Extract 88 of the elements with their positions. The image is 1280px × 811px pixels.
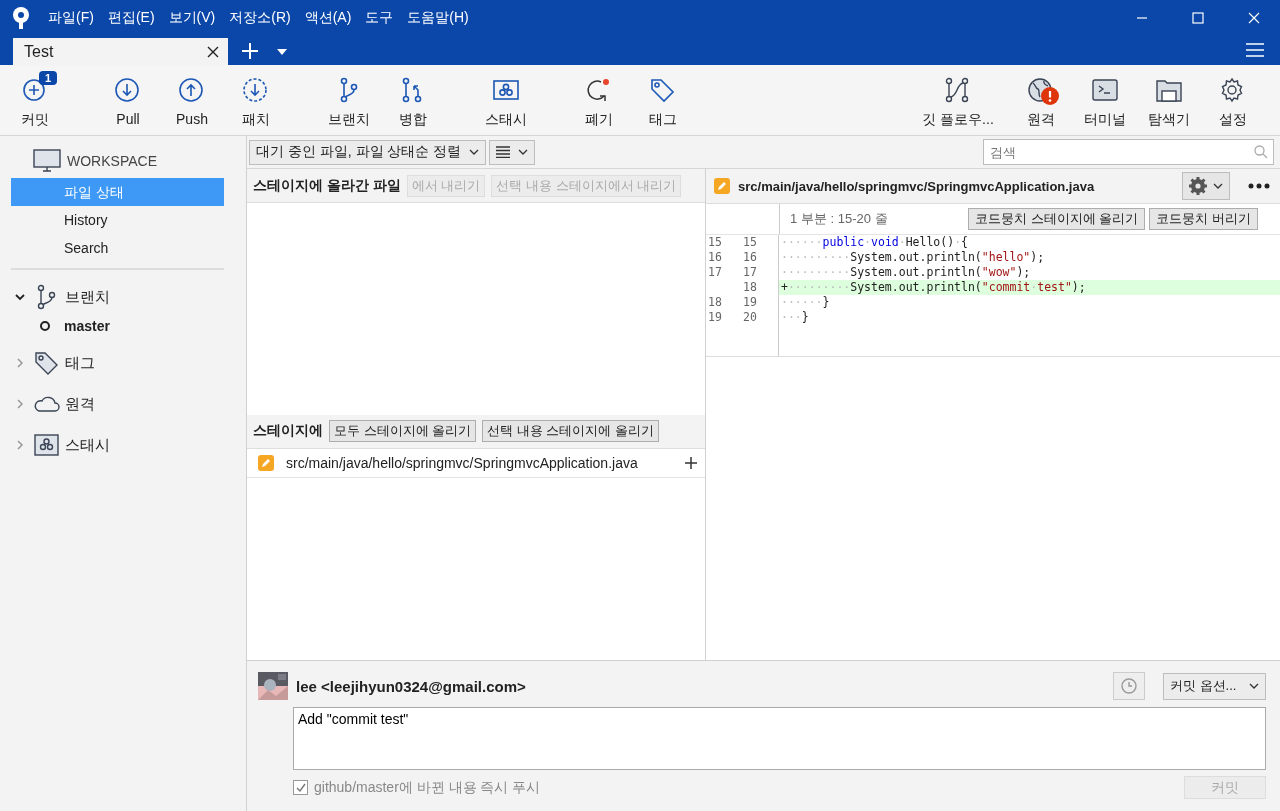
chevron-down-icon bbox=[518, 149, 529, 155]
stash-icon bbox=[492, 77, 520, 103]
chevron-down-icon bbox=[1213, 183, 1223, 189]
toolbar-button[interactable]: 터미널 bbox=[1073, 65, 1137, 135]
line-number: 16 bbox=[708, 250, 723, 265]
list-icon bbox=[496, 146, 511, 158]
action-button[interactable]: 선택 내용 스테이지에 올리기 bbox=[482, 420, 660, 442]
search-field[interactable]: 검색 bbox=[983, 139, 1274, 165]
check-icon bbox=[294, 781, 307, 794]
hunk-button[interactable]: 코드뭉치 버리기 bbox=[1149, 208, 1258, 230]
toolbar-button[interactable]: 스태시 bbox=[474, 65, 538, 135]
code-line: ··········System.out.println("hello"); bbox=[780, 250, 1046, 265]
menu-item[interactable]: 도움말(H) bbox=[407, 9, 469, 27]
line-number: 15 bbox=[743, 235, 758, 250]
toolbar-button[interactable]: 1 커밋 bbox=[3, 65, 67, 135]
tree-item[interactable]: 원격 bbox=[11, 389, 224, 419]
terminal-icon bbox=[1091, 77, 1119, 103]
menu-item[interactable]: 도구 bbox=[365, 9, 394, 27]
menu-item[interactable]: 보기(V) bbox=[168, 9, 216, 27]
toolbar-button[interactable]: 브랜치 bbox=[317, 65, 381, 135]
line-number: 18 bbox=[743, 280, 758, 295]
fetch-icon bbox=[242, 77, 270, 103]
toolbar-button[interactable]: 폐기 bbox=[567, 65, 631, 135]
tag-icon bbox=[649, 77, 677, 103]
line-number: 19 bbox=[743, 295, 758, 310]
chevron-down-icon bbox=[1249, 683, 1259, 689]
tree-item[interactable]: 태그 bbox=[11, 348, 224, 378]
hunk-button[interactable]: 코드뭉치 스테이지에 올리기 bbox=[968, 208, 1146, 230]
tree-item[interactable]: 스태시 bbox=[11, 430, 224, 460]
branch-item[interactable]: master bbox=[39, 315, 224, 337]
menu-item[interactable]: 저장소(R) bbox=[229, 9, 291, 27]
toolbar-button[interactable]: Pull bbox=[96, 65, 160, 135]
folder-icon bbox=[1155, 77, 1183, 103]
app-logo bbox=[10, 6, 32, 30]
count-badge: 1 bbox=[39, 71, 58, 85]
tree-item[interactable]: 브랜치 bbox=[11, 282, 224, 312]
menu-icon[interactable] bbox=[1246, 43, 1264, 57]
code-line: ···} bbox=[780, 310, 810, 325]
code-line: ··········System.out.println("wow"); bbox=[780, 265, 1032, 280]
settings-icon bbox=[1189, 177, 1207, 195]
section-title: 스테이지에 bbox=[253, 422, 323, 440]
close-icon[interactable] bbox=[206, 44, 220, 59]
more-icon[interactable] bbox=[1248, 183, 1270, 189]
line-number: 16 bbox=[743, 250, 758, 265]
section-title: WORKSPACE bbox=[67, 153, 157, 169]
sort-dropdown[interactable]: 대기 중인 파일, 파일 상태순 정렬 bbox=[249, 139, 487, 165]
maximize-icon[interactable] bbox=[1192, 12, 1204, 24]
menu-item[interactable]: 액션(A) bbox=[304, 9, 352, 27]
line-number: 18 bbox=[708, 295, 723, 310]
toolbar-button[interactable]: 원격 bbox=[1009, 65, 1073, 135]
line-number: 15 bbox=[708, 235, 723, 250]
view-dropdown[interactable] bbox=[489, 139, 536, 165]
search-icon bbox=[1254, 145, 1268, 159]
toolbar-button[interactable]: Push bbox=[160, 65, 224, 135]
sidebar-item[interactable]: History bbox=[11, 206, 224, 234]
plus-icon[interactable] bbox=[685, 456, 697, 469]
settings-dropdown[interactable] bbox=[1182, 172, 1230, 200]
push-icon bbox=[178, 77, 206, 103]
monitor-icon bbox=[33, 149, 61, 173]
menu-item[interactable]: 편집(E) bbox=[107, 9, 155, 27]
stash-icon bbox=[33, 432, 60, 458]
toolbar-button[interactable]: 탐색기 bbox=[1137, 65, 1201, 135]
toolbar-button[interactable]: 깃 플로우... bbox=[918, 65, 998, 135]
line-number: 20 bbox=[743, 310, 758, 325]
toolbar-button[interactable]: 패치 bbox=[224, 65, 288, 135]
hunk-title: 1 부분 : 15-20 줄 bbox=[789, 210, 889, 228]
author-name: lee <leejihyun0324@gmail.com> bbox=[296, 677, 527, 695]
pull-icon bbox=[114, 77, 142, 103]
sidebar-item[interactable]: Search bbox=[11, 234, 224, 262]
code-line: ······} bbox=[780, 295, 831, 310]
line-number: 17 bbox=[743, 265, 758, 280]
tag-icon bbox=[33, 350, 60, 376]
toolbar-button[interactable]: 병합 bbox=[381, 65, 445, 135]
toolbar-button[interactable]: 태그 bbox=[631, 65, 695, 135]
commit-options-dropdown[interactable]: 커밋 옵션... bbox=[1163, 672, 1266, 700]
chevron-down-icon bbox=[469, 149, 480, 155]
code-line: ······public·void·Hello()·{ bbox=[780, 235, 969, 250]
section-title: 스테이지에 올라간 파일 bbox=[253, 176, 401, 195]
caret-icon[interactable] bbox=[277, 49, 287, 55]
toolbar-button[interactable]: 설정 bbox=[1201, 65, 1265, 135]
action-button[interactable]: 모두 스테이지에 올리기 bbox=[329, 420, 477, 442]
tab-label[interactable]: Test bbox=[24, 42, 54, 61]
tab[interactable]: Test bbox=[13, 38, 228, 65]
file-path: src/main/java/hello/springmvc/SpringmvcApplication.java bbox=[738, 178, 1096, 194]
menu-item[interactable]: 파일(F) bbox=[48, 9, 94, 27]
commit-message-field[interactable]: Add "commit test" bbox=[293, 707, 1266, 770]
line-number: 17 bbox=[708, 265, 723, 280]
line-number: 19 bbox=[708, 310, 723, 325]
